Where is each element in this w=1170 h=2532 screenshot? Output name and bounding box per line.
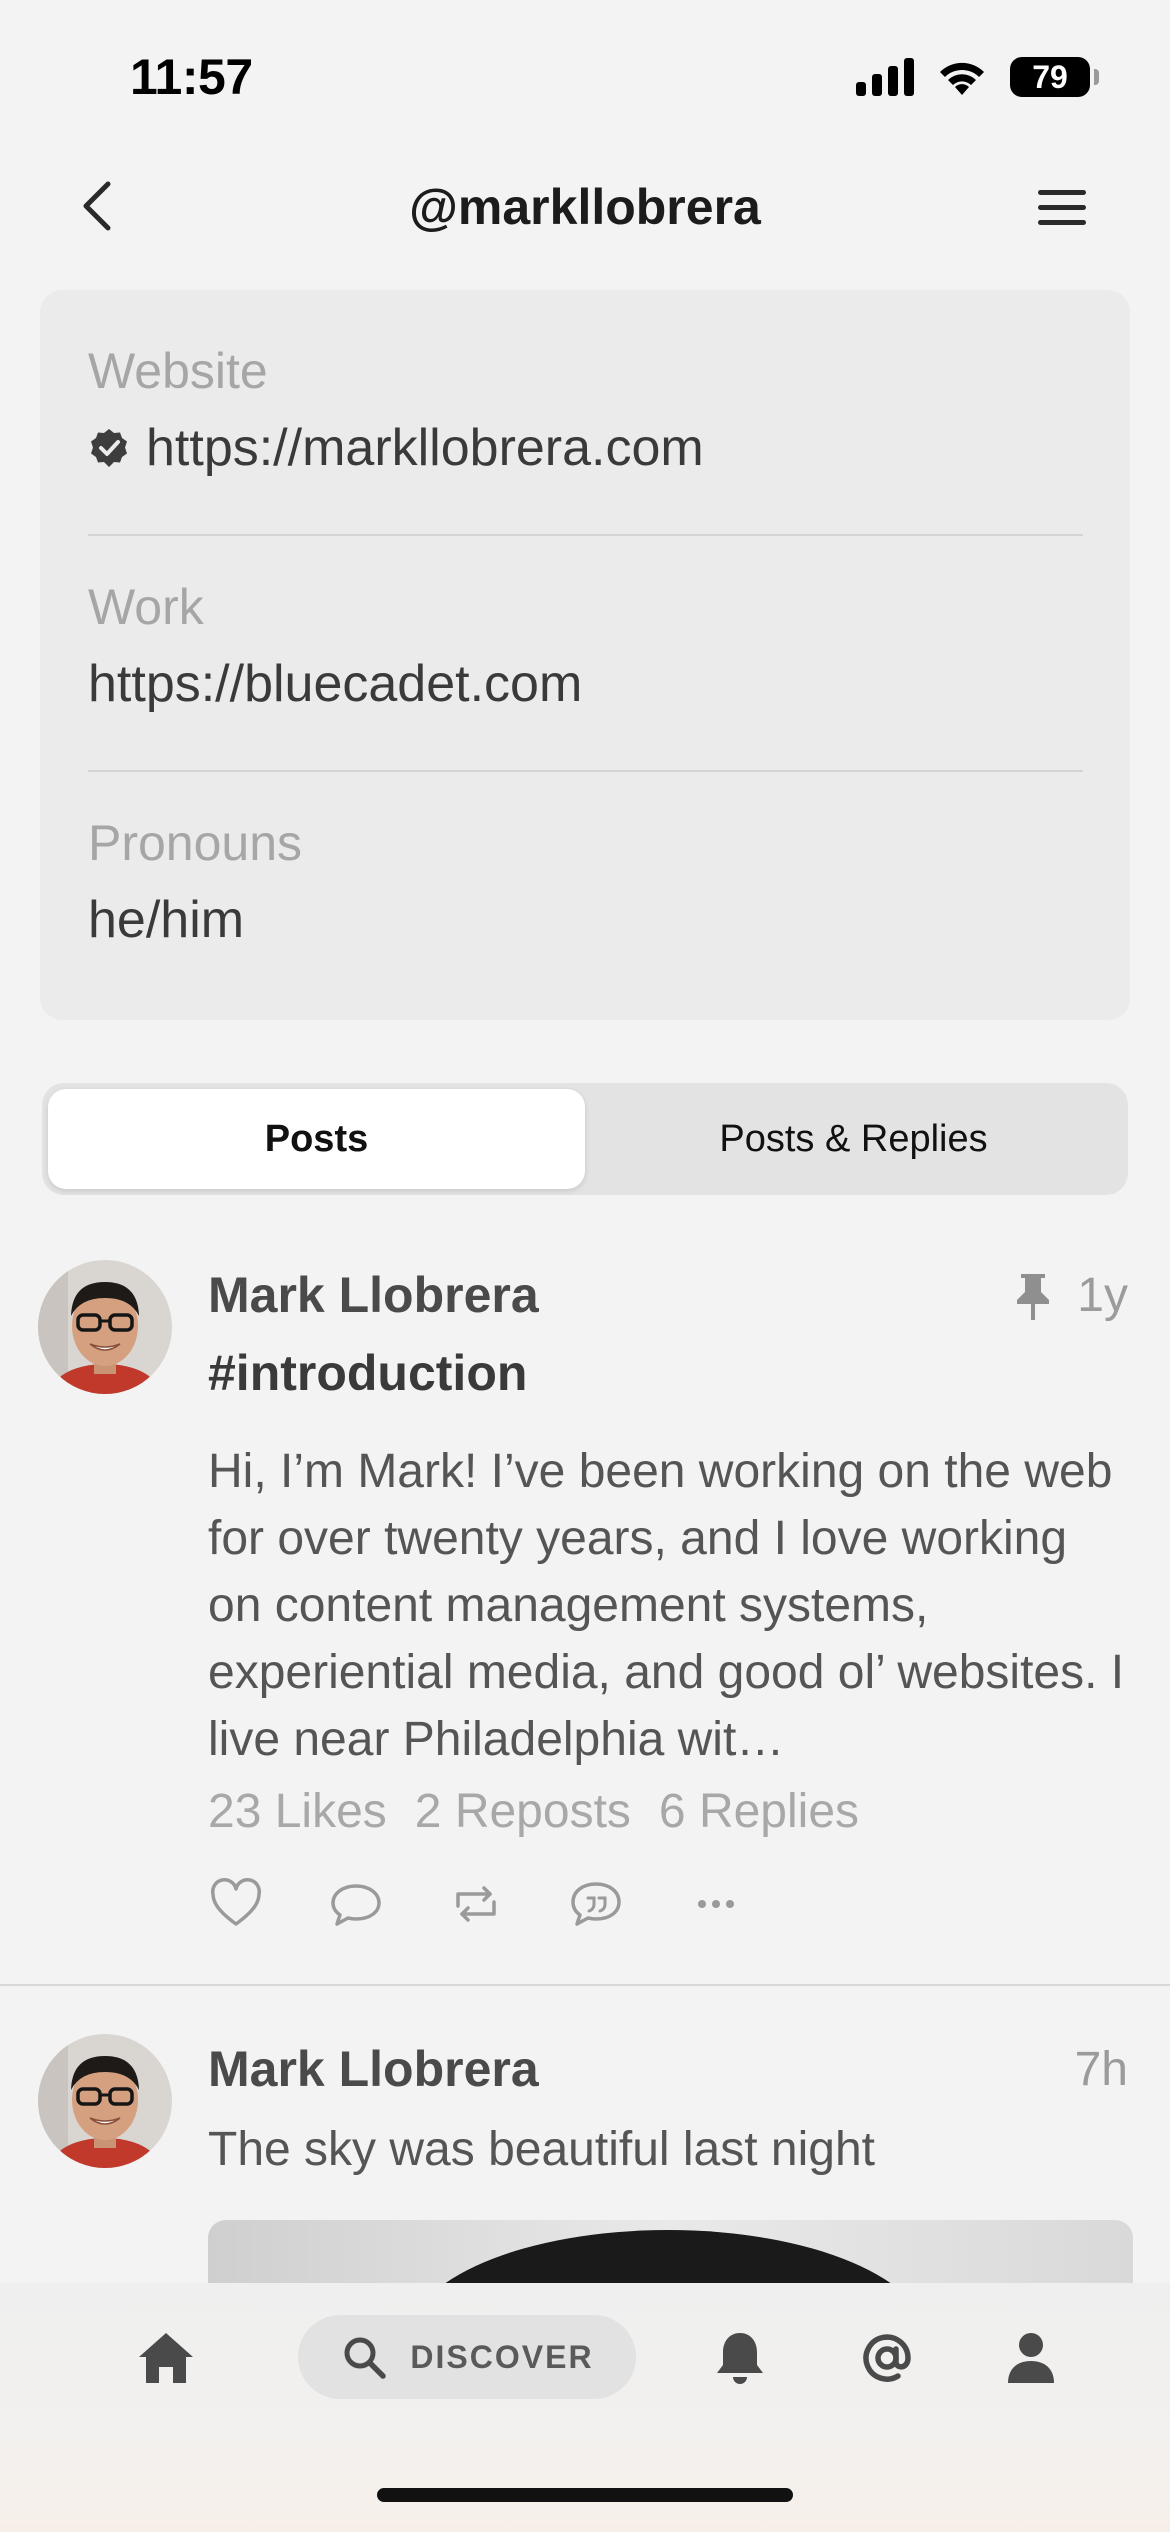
profile-fields-card: Website https://markllobrera.com Work ht… [40,290,1130,1020]
post-author[interactable]: Mark Llobrera [208,1266,539,1324]
website-link[interactable]: https://markllobrera.com [146,418,704,478]
posts-segmented-control: Posts Posts & Replies [42,1083,1128,1195]
reply-bubble-icon[interactable] [328,1876,384,1932]
cellular-signal-icon [856,58,914,96]
post-author[interactable]: Mark Llobrera [208,2040,539,2098]
nav-header: @markllobrera [0,150,1170,270]
discover-tab[interactable]: DISCOVER [298,2315,636,2399]
battery-icon: 79 [1010,57,1099,97]
post-hashtag[interactable]: #introduction [208,1344,527,1402]
post-time: 7h [1074,2043,1128,2096]
reposts-count[interactable]: 2 Reposts [415,1784,631,1839]
work-link[interactable]: https://bluecadet.com [88,654,1083,714]
field-label: Website [88,343,268,399]
post-meta: 1y [1013,1268,1128,1323]
avatar[interactable] [38,1260,172,1394]
hamburger-menu-icon[interactable] [1034,180,1090,236]
home-indicator [377,2488,793,2502]
post-actions [208,1876,744,1932]
status-icons: 79 [856,54,1099,100]
tab-posts-and-replies[interactable]: Posts & Replies [585,1089,1122,1189]
post-meta: 7h [1075,2042,1128,2097]
field-label: Work [88,579,204,635]
divider [88,770,1083,772]
likes-count[interactable]: 23 Likes [208,1784,387,1839]
verified-check-icon [91,429,127,467]
mentions-at-icon[interactable] [852,2323,922,2393]
status-bar: 11:57 79 [0,0,1170,150]
divider [88,534,1083,536]
avatar[interactable] [38,2034,172,2168]
replies-count[interactable]: 6 Replies [659,1784,859,1839]
post-text: Hi, I’m Mark! I’ve been working on the w… [208,1445,1125,1766]
pronouns-value: he/him [88,891,245,949]
profile-field-pronouns: Pronouns he/him [88,814,1083,950]
profile-field-website: Website https://markllobrera.com [88,342,1083,478]
profile-field-work: Work https://bluecadet.com [88,578,1083,714]
field-label: Pronouns [88,815,303,871]
field-value-row: https://markllobrera.com [88,418,1083,478]
profile-person-icon[interactable] [996,2323,1066,2393]
quote-bubble-icon[interactable] [568,1876,624,1932]
page-title: @markllobrera [409,179,761,235]
post-divider [0,1984,1170,1986]
status-time: 11:57 [130,49,253,105]
home-icon[interactable] [131,2323,201,2393]
more-options-icon[interactable] [688,1876,744,1932]
search-icon [344,2337,387,2379]
battery-level: 79 [1032,58,1068,95]
wifi-icon [940,62,984,95]
bell-icon[interactable] [705,2323,775,2393]
post-stats: 23 Likes 2 Reposts 6 Replies [208,1784,859,1839]
like-heart-icon[interactable] [208,1876,264,1932]
pin-icon [1017,1273,1050,1320]
tab-posts[interactable]: Posts [48,1089,585,1189]
discover-label: DISCOVER [410,2338,594,2375]
post-time: 1y [1077,1269,1128,1322]
post-text: The sky was beautiful last night [208,2123,876,2176]
repost-icon[interactable] [448,1876,504,1932]
